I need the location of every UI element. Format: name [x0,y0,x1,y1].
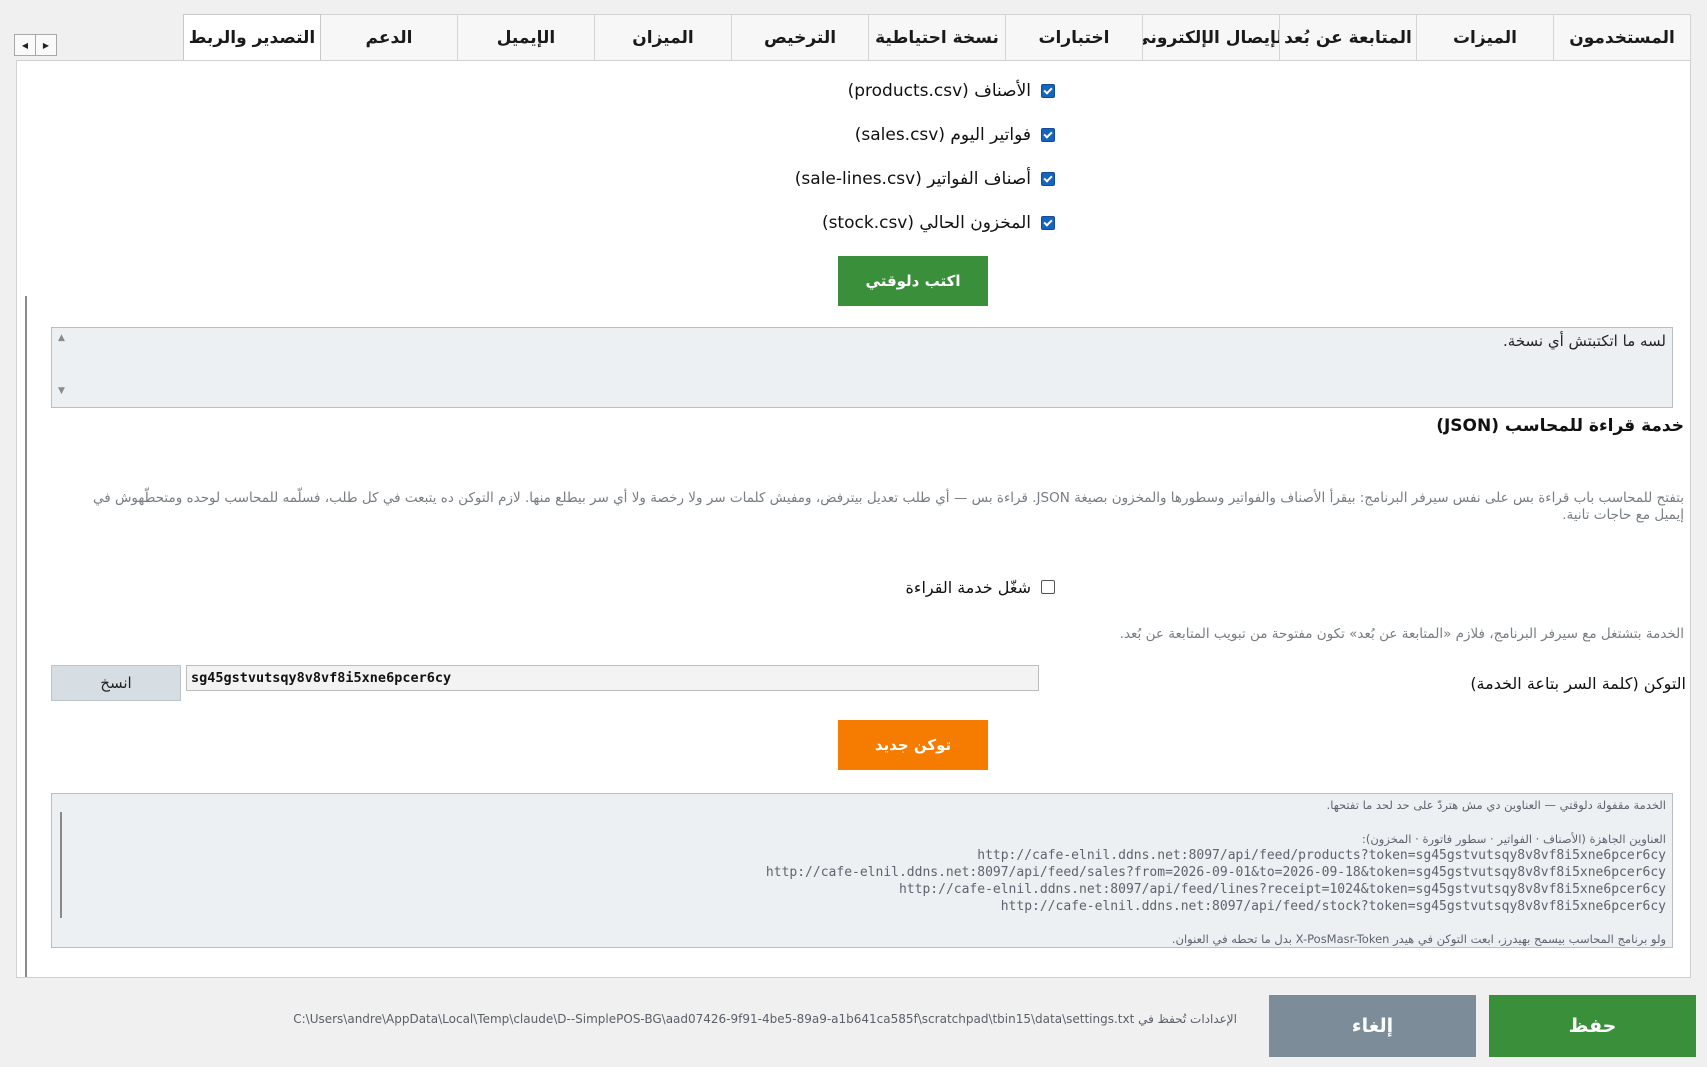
tab-email[interactable]: الإيميل [457,14,595,60]
tab-license[interactable]: الترخيص [731,14,869,60]
save-button[interactable]: حفظ [1489,995,1696,1057]
feed-note: الخدمة بتشتغل مع سيرفر البرنامج، فلازم «… [1119,626,1684,642]
endpoint-sales[interactable]: http://cafe-elnil.ddns.net:8097/api/feed… [766,865,1666,880]
feed-info-status: الخدمة مقفولة دلوقتي — العناوين دي مش هت… [1326,798,1666,812]
feed-endpoints-box[interactable]: الخدمة مقفولة دلوقتي — العناوين دي مش هت… [51,793,1673,948]
tab-bar: ◀ ▶ المستخدمون الميزات المتابعة عن بُعد … [0,0,1707,61]
chevron-left-icon: ◀ [21,40,29,50]
export-status-box[interactable]: ▲ ▼ لسه ما اتكتبتش أي نسخة. [51,327,1673,408]
tab-users[interactable]: المستخدمون [1553,14,1691,60]
tab-strip: المستخدمون الميزات المتابعة عن بُعد الإي… [183,14,1691,61]
feed-description: بتفتح للمحاسب باب قراءة بس على نفس سيرفر… [92,490,1684,523]
copy-token-button[interactable]: انسخ [51,665,181,701]
settings-path-text: الإعدادات تُحفظ في C:\Users\andre\AppDat… [293,1012,1237,1026]
enable-feed-label: شغّل خدمة القراءة [905,577,1031,597]
tab-tests[interactable]: اختبارات [1005,14,1143,60]
write-now-button[interactable]: اكتب دلوقتي [838,256,988,306]
tab-scroll-right-button[interactable]: ▶ [35,34,57,56]
checkbox-products-label: الأصناف (products.csv) [847,81,1031,101]
panel-scrollbar[interactable] [25,296,27,977]
checkbox-sales-label: فواتير اليوم (sales.csv) [854,125,1031,145]
feed-enable-row[interactable]: شغّل خدمة القراءة [717,574,1055,600]
tab-remote-monitoring[interactable]: المتابعة عن بُعد [1279,14,1417,60]
feed-footer-note: ولو برنامج المحاسب بيسمح بهيدرز، ابعت ال… [1171,932,1666,946]
tab-support[interactable]: الدعم [320,14,458,60]
export-file-sale-lines-row[interactable]: أصناف الفواتير (sale-lines.csv) [717,166,1055,192]
chevron-right-icon: ▶ [42,40,50,50]
checkbox-enable-feed[interactable] [1041,580,1055,594]
export-file-sales-row[interactable]: فواتير اليوم (sales.csv) [717,122,1055,148]
tab-features[interactable]: الميزات [1416,14,1554,60]
token-field[interactable] [186,665,1039,691]
tab-scroll-left-button[interactable]: ◀ [14,34,36,56]
checkbox-stock-label: المخزون الحالي (stock.csv) [821,213,1031,233]
token-label: التوكن (كلمة السر بتاعة الخدمة) [1470,674,1686,693]
tab-export-integration[interactable]: التصدير والربط [183,14,321,61]
endpoint-lines[interactable]: http://cafe-elnil.ddns.net:8097/api/feed… [899,882,1666,897]
checkbox-products[interactable] [1041,84,1055,98]
endpoint-products[interactable]: http://cafe-elnil.ddns.net:8097/api/feed… [977,848,1666,863]
checkbox-sale-lines[interactable] [1041,172,1055,186]
checkbox-sales[interactable] [1041,128,1055,142]
export-file-stock-row[interactable]: المخزون الحالي (stock.csv) [717,210,1055,236]
tab-backup[interactable]: نسخة احتياطية [868,14,1006,60]
endpoint-stock[interactable]: http://cafe-elnil.ddns.net:8097/api/feed… [1001,899,1666,914]
export-status-text: لسه ما اتكتبتش أي نسخة. [1503,332,1666,350]
feed-section-title: خدمة قراءة للمحاسب (JSON) [1436,416,1684,436]
endpoints-header: العناوين الجاهزة (الأصناف · الفواتير · س… [1362,832,1666,846]
endpoints-box-scrollbar[interactable] [60,812,62,918]
status-box-scroll[interactable]: ▲ ▼ [58,334,68,396]
scroll-down-icon: ▼ [58,386,65,396]
new-token-button[interactable]: توكن جديد [838,720,988,770]
cancel-button[interactable]: إلغاء [1269,995,1476,1057]
scroll-up-icon: ▲ [58,333,65,343]
tab-e-receipt[interactable]: الإيصال الإلكتروني [1142,14,1280,60]
checkbox-stock[interactable] [1041,216,1055,230]
export-settings-panel: الأصناف (products.csv) فواتير اليوم (sal… [16,60,1691,978]
checkbox-sale-lines-label: أصناف الفواتير (sale-lines.csv) [794,169,1031,189]
tab-scale[interactable]: الميزان [594,14,732,60]
export-file-products-row[interactable]: الأصناف (products.csv) [717,78,1055,104]
